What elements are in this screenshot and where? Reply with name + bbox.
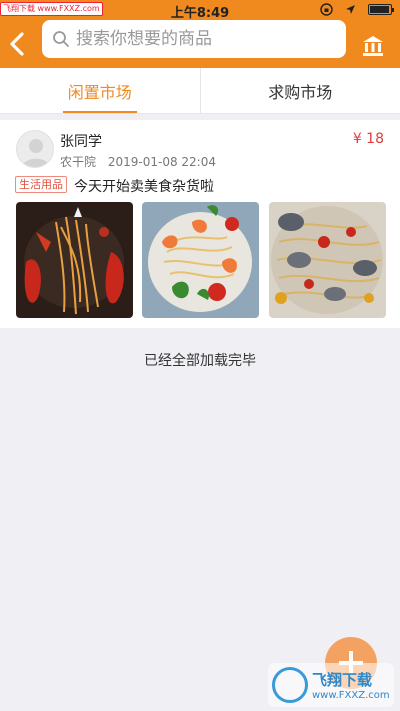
shrimp-pasta-photo (142, 202, 259, 318)
seller-location: 农干院 (60, 155, 97, 169)
status-icons (320, 3, 394, 16)
item-photo-clam-pasta[interactable] (269, 202, 386, 318)
watermark-url: www.FXXZ.com (312, 690, 390, 701)
lobster-pasta-photo (16, 202, 133, 318)
battery-icon (368, 4, 394, 15)
search-bar[interactable] (42, 20, 346, 58)
tab-wanted-market[interactable]: 求购市场 (201, 68, 400, 113)
search-input[interactable] (76, 29, 316, 49)
item-photo-shrimp-pasta[interactable] (142, 202, 259, 318)
search-icon (53, 31, 69, 47)
bank-button[interactable] (360, 34, 386, 58)
tab-idle-market[interactable]: 闲置市场 (0, 68, 200, 113)
chevron-left-icon (10, 32, 24, 56)
post-datetime: 2019-01-08 22:04 (107, 155, 216, 169)
bank-icon (363, 36, 383, 56)
listing-card[interactable]: 张同学 ¥ 18 农干院 2019-01-08 22:04 生活用品 今天开始卖… (0, 120, 400, 328)
item-price: ¥ 18 (352, 131, 384, 147)
item-photo-lobster-pasta[interactable] (16, 202, 133, 318)
back-button[interactable] (6, 30, 30, 60)
status-bar: 飞翔下载 www.FXXZ.com 上午8:49 (0, 0, 400, 21)
category-tag: 生活用品 (15, 176, 67, 193)
listing-meta: 农干院 2019-01-08 22:04 (60, 153, 216, 170)
watermark-logo-icon (272, 667, 308, 703)
load-complete-text: 已经全部加载完毕 (144, 353, 256, 369)
item-description: 今天开始卖美食杂货啦 (74, 179, 214, 195)
lock-rotation-icon (320, 3, 333, 16)
top-bar: 飞翔下载 www.FXXZ.com 上午8:49 (0, 0, 400, 68)
seller-name[interactable]: 张同学 (60, 131, 102, 151)
watermark-name: 飞翔下载 (312, 671, 373, 689)
market-tabs: 闲置市场 求购市场 (0, 68, 400, 114)
clam-pasta-photo (269, 202, 386, 318)
watermark: 飞翔下载 www.FXXZ.com (268, 663, 394, 707)
avatar[interactable] (16, 130, 54, 168)
location-arrow-icon (346, 5, 355, 14)
default-avatar-icon (22, 139, 50, 167)
